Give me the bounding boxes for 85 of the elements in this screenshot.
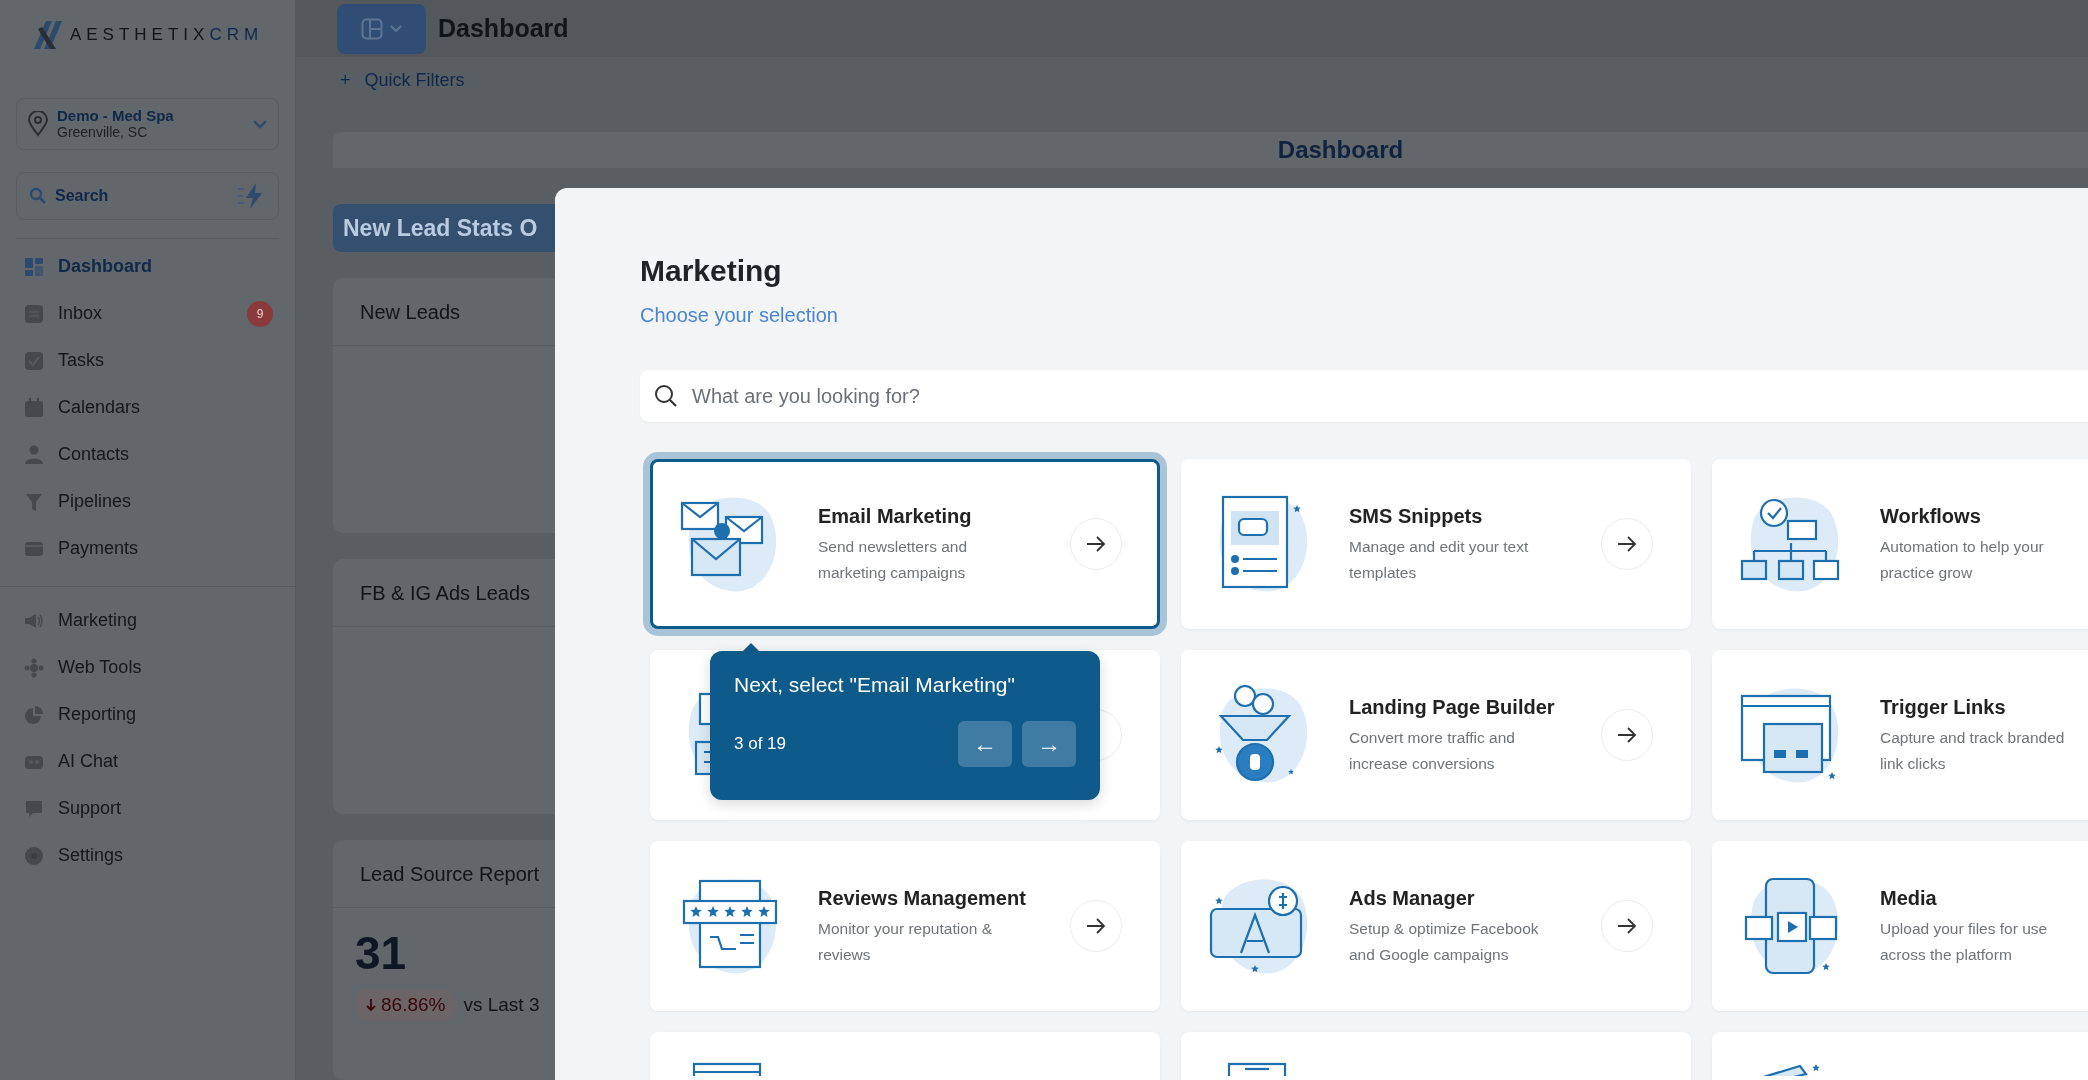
card-description: Upload your files for use across the platform: [1880, 919, 2049, 965]
menu-card[interactable]: Ads Manager Setup & optimize Facebook and Google campaigns: [1181, 841, 1691, 1011]
sidebar-item[interactable]: Tasks: [16, 337, 279, 384]
menu-card[interactable]: Media Upload your files for use across the platform: [1712, 841, 2088, 1011]
arrow-right-icon: [1617, 918, 1637, 934]
card-description: Manage and edit your text templates: [1349, 537, 1530, 583]
arrow-button[interactable]: [1601, 709, 1653, 761]
gear-icon: [24, 845, 44, 866]
menu-card[interactable]: Landing Page Builder Convert more traffic and increase conversions: [1181, 650, 1691, 820]
checkbox-icon: [24, 350, 44, 371]
person-icon: [24, 444, 44, 465]
card-description: Monitor your reputation & reviews: [818, 919, 994, 965]
location-selector[interactable]: Demo - Med Spa Greenville, SC: [16, 98, 279, 150]
menu-card[interactable]: Reviews Management Monitor your reputation & reviews: [650, 841, 1160, 1011]
arrow-button[interactable]: [1070, 518, 1122, 570]
dashboard-icon: [24, 256, 44, 277]
location-name: Demo - Med Spa: [57, 107, 174, 124]
card-title: Landing Page Builder: [1349, 695, 1556, 720]
chevron-down-icon: [388, 24, 403, 33]
sidebar-item[interactable]: Calendars: [16, 384, 279, 431]
dots-cross-icon: [24, 657, 44, 678]
arrow-right-icon: [1086, 918, 1106, 934]
arrow-right-icon: [1617, 536, 1637, 552]
card-title: Workflows: [1880, 504, 1982, 529]
tooltip-text: Next, select "Email Marketing": [734, 672, 1016, 698]
sidebar-item[interactable]: AI Chat: [16, 738, 279, 785]
sidebar-item[interactable]: Support: [16, 785, 279, 832]
sidebar-item[interactable]: Contacts: [16, 431, 279, 478]
dashboard-banner: Dashboard: [333, 132, 2088, 168]
modal-title: Marketing: [640, 253, 783, 289]
quick-filters-link[interactable]: Quick Filters: [364, 67, 465, 94]
search-field[interactable]: What are you looking for?: [640, 370, 2088, 422]
panel-layout-icon: [360, 17, 383, 40]
arrow-right-icon: [1086, 536, 1106, 552]
layout-toggle-button[interactable]: [337, 3, 426, 54]
plus-icon[interactable]: +: [340, 67, 351, 94]
card-title: Trigger Links: [1880, 695, 2007, 720]
card-description: Convert more traffic and increase conversions: [1349, 728, 1516, 774]
sidebar-item[interactable]: Pipelines: [16, 478, 279, 525]
card-description: Automation to help your practice grow: [1880, 537, 2045, 583]
card-description: Send newsletters and marketing campaigns: [818, 537, 969, 583]
search-button[interactable]: Search: [16, 172, 279, 220]
sidebar-item[interactable]: Settings: [16, 832, 279, 879]
step-counter: 3 of 19: [734, 733, 786, 756]
arrow-button[interactable]: [1070, 900, 1122, 952]
sidebar-item[interactable]: Dashboard: [16, 243, 279, 290]
sidebar-item[interactable]: Marketing: [16, 597, 279, 644]
next-button[interactable]: →: [1022, 721, 1076, 767]
location-pin-icon: [27, 111, 49, 137]
sidebar-item[interactable]: Inbox 9: [16, 290, 279, 337]
count-badge: 9: [247, 300, 273, 327]
location-city: Greenville, SC: [57, 124, 149, 141]
sidebar-item[interactable]: Web Tools: [16, 644, 279, 691]
logo-mark-icon: [31, 19, 62, 51]
menu-card[interactable]: Trigger Links Capture and track branded link clicks: [1712, 650, 2088, 820]
menu-card[interactable]: SMS Snippets Manage and edit your text templates: [1181, 459, 1691, 629]
card-title: SMS Snippets: [1349, 504, 1484, 529]
sidebar-item[interactable]: Reporting: [16, 691, 279, 738]
card-title: Ads Manager: [1349, 886, 1476, 911]
calendar-icon: [24, 397, 44, 418]
menu-card[interactable]: Workflows Automation to help your practice grow: [1712, 459, 2088, 629]
change-badge: 86.86%: [355, 988, 456, 1022]
modal-subtitle: Choose your selection: [640, 303, 839, 328]
card-title: Media: [1880, 886, 1938, 911]
comparison-text: vs Last 3: [463, 992, 540, 1017]
arrow-button[interactable]: [1601, 900, 1653, 952]
funnel-icon: [24, 491, 44, 512]
arrow-button[interactable]: [1601, 518, 1653, 570]
inbox-icon: [24, 303, 44, 324]
pie-chart-icon: [24, 704, 44, 725]
card-description: Setup & optimize Facebook and Google campaigns: [1349, 919, 1540, 965]
back-button[interactable]: ←: [958, 721, 1012, 767]
arrow-right-icon: [1617, 727, 1637, 743]
card-description: Capture and track branded link clicks: [1880, 728, 2066, 774]
page-title: Dashboard: [438, 12, 569, 44]
section-tab[interactable]: New Lead Stats O: [333, 204, 555, 252]
search-icon: [654, 384, 678, 408]
card-title: Email Marketing: [818, 504, 973, 529]
chat-bubble-icon: [24, 798, 44, 819]
card-title: Reviews Management: [818, 886, 1027, 911]
logo-text: AESTHETIX CRM: [69, 24, 264, 47]
sidebar-item[interactable]: Payments: [16, 525, 279, 572]
stat-value: 31: [354, 926, 408, 979]
chevron-down-icon: [252, 119, 268, 129]
search-icon: [29, 187, 47, 205]
